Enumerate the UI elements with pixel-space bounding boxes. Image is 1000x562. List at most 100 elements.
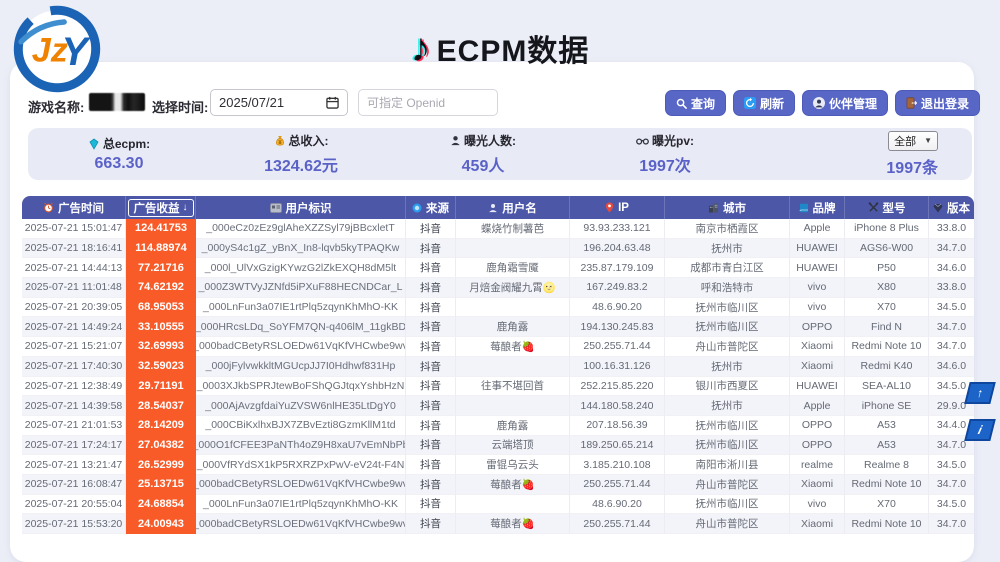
logout-door-icon (906, 97, 917, 109)
cell-ip: 3.185.210.108 (570, 455, 665, 475)
cell-ad-time: 2025-07-21 15:01:47 (22, 219, 126, 239)
cell-ad-revenue: 29.71191 (126, 377, 196, 397)
cell-brand: vivo (790, 278, 845, 298)
filter-select[interactable]: 全部 ▼ (888, 131, 938, 151)
revenue-sort-control[interactable]: 广告收益 ↓ (128, 199, 194, 217)
cell-ad-revenue: 25.13715 (126, 475, 196, 495)
table-row: 2025-07-21 15:01:47 124.41753 _000eCz0zE… (22, 219, 974, 239)
col-label: 城市 (723, 200, 746, 216)
cell-ad-revenue: 32.59023 (126, 357, 196, 377)
cell-ip: 167.249.83.2 (570, 278, 665, 298)
col-ad-revenue[interactable]: 广告收益 ↓ (126, 196, 196, 219)
cell-city: 舟山市普陀区 (665, 337, 790, 357)
col-city[interactable]: 城市 (665, 196, 790, 219)
cell-city: 抚州市临川区 (665, 436, 790, 456)
calendar-icon[interactable] (326, 96, 339, 109)
query-button[interactable]: 查询 (665, 90, 726, 116)
col-ad-time[interactable]: 广告时间 (22, 196, 126, 219)
cell-model: P50 (845, 258, 929, 278)
cell-user-id: _000LnFun3a07IE1rtPlq5zqynKhMhO-KK (196, 298, 406, 318)
cell-ad-revenue: 32.69993 (126, 337, 196, 357)
table-row: 2025-07-21 14:49:24 33.10555 _000HRcsLDq… (22, 317, 974, 337)
game-name-label: 游戏名称: (28, 97, 84, 116)
cell-user-id: _000VfRYdSX1kP5RXRZPxPwV-eV24t-F4N (196, 455, 406, 475)
cell-version: 34.7.0 (929, 514, 974, 534)
cell-version: 34.7.0 (929, 475, 974, 495)
cell-version: 34.7.0 (929, 239, 974, 259)
cell-user-id: _000yS4c1gZ_yBnX_In8-lqvb5kyTPAQKw (196, 239, 406, 259)
cell-source: 抖音 (406, 396, 456, 416)
cell-brand: OPPO (790, 436, 845, 456)
building-icon (708, 203, 719, 213)
cell-ad-revenue: 124.41753 (126, 219, 196, 239)
cell-user-id: _000badCBetyRSLOEDw61VqKfVHCwbe9wv (196, 514, 406, 534)
stat-total-income: ¥ 总收入: 1324.62元 (210, 132, 392, 176)
date-value: 2025/07/21 (219, 95, 284, 110)
jzy-logo: Jz Y (12, 4, 102, 94)
cell-username: 鹿角露 (456, 416, 570, 436)
cell-ip: 144.180.58.240 (570, 396, 665, 416)
cell-ad-time: 2025-07-21 14:49:24 (22, 317, 126, 337)
openid-input[interactable] (358, 89, 498, 116)
col-brand[interactable]: 品牌 (790, 196, 845, 219)
col-username[interactable]: 用户名 (456, 196, 570, 219)
refresh-button[interactable]: 刷新 (733, 90, 795, 116)
glasses-icon (636, 136, 649, 146)
table-row: 2025-07-21 20:55:04 24.68854 _000LnFun3a… (22, 495, 974, 515)
cell-ip: 250.255.71.44 (570, 337, 665, 357)
cell-username: 往事不堪回首 (456, 377, 570, 397)
col-version[interactable]: 版本 (929, 196, 974, 219)
cell-city: 抚州市 (665, 239, 790, 259)
cell-model: Find N (845, 317, 929, 337)
jzy-logo-graphic: Jz Y (12, 4, 102, 94)
col-ip[interactable]: IP (570, 196, 665, 219)
col-label: 用户标识 (286, 200, 332, 216)
book-icon (799, 203, 809, 213)
cell-model: Redmi Note 10 (845, 337, 929, 357)
cell-model: iPhone SE (845, 396, 929, 416)
cell-model: X80 (845, 278, 929, 298)
col-source[interactable]: 来源 (406, 196, 456, 219)
cell-ad-time: 2025-07-21 13:21:47 (22, 455, 126, 475)
cell-user-id: _000Z3WTVyJZNfd5iPXuF88HECNDCar_L (196, 278, 406, 298)
chevron-down-icon: ▼ (924, 136, 932, 145)
table-row: 2025-07-21 20:39:05 68.95053 _000LnFun3a… (22, 298, 974, 318)
cell-version: 34.5.0 (929, 495, 974, 515)
cell-source: 抖音 (406, 298, 456, 318)
cell-brand: OPPO (790, 416, 845, 436)
page-title-wrap: ♪ ECPM数据 (0, 26, 1000, 70)
cell-version: 34.7.0 (929, 337, 974, 357)
col-model[interactable]: 型号 (845, 196, 929, 219)
cell-ad-revenue: 68.95053 (126, 298, 196, 318)
svg-text:Y: Y (62, 30, 92, 74)
cell-ad-time: 2025-07-21 14:44:13 (22, 258, 126, 278)
table-row: 2025-07-21 21:01:53 28.14209 _000CBiKxlh… (22, 416, 974, 436)
logout-button[interactable]: 退出登录 (895, 90, 980, 116)
cell-ad-time: 2025-07-21 17:24:17 (22, 436, 126, 456)
stat-label: 曝光人数: (464, 132, 516, 149)
col-user-id[interactable]: 用户标识 (196, 196, 406, 219)
stats-bar: 总ecpm: 663.30 ¥ 总收入: 1324.62元 曝光人数: 459人… (28, 128, 972, 180)
user-icon (488, 203, 498, 213)
cell-ad-revenue: 74.62192 (126, 278, 196, 298)
partner-manage-button-label: 伙伴管理 (829, 95, 877, 112)
cell-brand: OPPO (790, 317, 845, 337)
cell-username: 蝶烧竹制薯芭 (456, 219, 570, 239)
date-picker[interactable]: 2025/07/21 (210, 89, 348, 116)
cell-brand: HUAWEI (790, 377, 845, 397)
cell-brand: Xiaomi (790, 357, 845, 377)
table-row: 2025-07-21 15:21:07 32.69993 _000badCBet… (22, 337, 974, 357)
cell-city: 抚州市临川区 (665, 495, 790, 515)
back-to-top-button[interactable]: ↑ (964, 382, 995, 404)
cell-ip: 250.255.71.44 (570, 514, 665, 534)
partner-manage-button[interactable]: 伙伴管理 (802, 90, 888, 116)
cell-ip: 207.18.56.39 (570, 416, 665, 436)
cell-ip: 250.255.71.44 (570, 475, 665, 495)
table-row: 2025-07-21 11:01:48 74.62192 _000Z3WTVyJ… (22, 278, 974, 298)
cell-brand: Xiaomi (790, 514, 845, 534)
cell-ad-time: 2025-07-21 17:40:30 (22, 357, 126, 377)
cell-username: 月焙金阀耀九霄🌝 (456, 278, 570, 298)
moneybag-icon: ¥ (274, 135, 286, 147)
info-button[interactable]: i (964, 419, 995, 441)
stat-total-ecpm: 总ecpm: 663.30 (28, 135, 210, 173)
